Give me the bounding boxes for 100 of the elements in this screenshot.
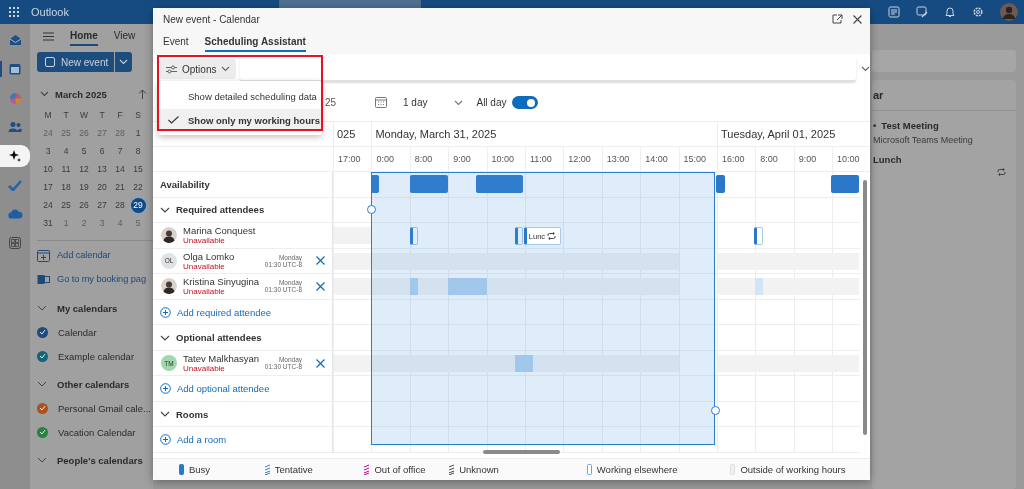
copilot-icon bbox=[8, 91, 22, 105]
up-arrow-icon[interactable] bbox=[138, 89, 147, 99]
menu-icon[interactable] bbox=[43, 31, 54, 41]
all-day-toggle[interactable] bbox=[512, 96, 539, 109]
add-icon bbox=[160, 383, 171, 395]
calendar-day[interactable]: 28 bbox=[111, 124, 129, 142]
calendar-checkbox[interactable] bbox=[37, 350, 48, 362]
calendar-day[interactable]: 8 bbox=[129, 142, 147, 160]
calendar-day[interactable]: 10 bbox=[39, 160, 57, 178]
checkmark-icon bbox=[39, 429, 46, 435]
calendar-day[interactable]: 24 bbox=[39, 196, 57, 214]
busy-block bbox=[448, 278, 487, 296]
add-link[interactable]: Add a room bbox=[177, 434, 227, 446]
date-field[interactable]: 25 bbox=[325, 97, 375, 108]
resize-handle[interactable] bbox=[367, 205, 377, 214]
calendar-name[interactable]: Calendar bbox=[58, 326, 97, 338]
checkmark-icon bbox=[39, 329, 46, 335]
remove-icon[interactable] bbox=[315, 281, 325, 291]
app-launcher-icon[interactable] bbox=[9, 7, 19, 17]
calendar-icon bbox=[45, 57, 55, 67]
search-field[interactable] bbox=[872, 50, 1016, 72]
booking-icon bbox=[37, 272, 50, 286]
calendar-checkbox[interactable] bbox=[37, 326, 48, 338]
event-title[interactable]: Lunch bbox=[873, 154, 902, 165]
calendar-day[interactable]: 3 bbox=[39, 142, 57, 160]
calendar-day[interactable]: 12 bbox=[75, 160, 93, 178]
remove-icon[interactable] bbox=[315, 256, 325, 266]
add-link[interactable]: Add optional attendee bbox=[177, 383, 270, 395]
bell-icon[interactable] bbox=[944, 6, 956, 18]
calendar-day[interactable]: 6 bbox=[93, 142, 111, 160]
sidebar-link[interactable]: Go to my booking pag bbox=[57, 274, 146, 284]
resize-handle[interactable] bbox=[711, 406, 720, 415]
calendar-day[interactable]: 26 bbox=[75, 124, 93, 142]
remove-icon[interactable] bbox=[315, 358, 325, 368]
user-avatar[interactable] bbox=[1000, 3, 1018, 21]
calendar-day[interactable]: 7 bbox=[111, 142, 129, 160]
calendar-day[interactable]: 25 bbox=[57, 124, 75, 142]
calendar-day[interactable]: 27 bbox=[93, 124, 111, 142]
ribbon-tab[interactable]: Home bbox=[70, 26, 98, 46]
hour-label: 10:00 bbox=[491, 154, 515, 164]
close-icon[interactable] bbox=[853, 14, 862, 24]
calendar-day[interactable]: 3 bbox=[93, 214, 111, 232]
hour-label: 15:00 bbox=[683, 154, 707, 164]
calendar-name[interactable]: Example calendar bbox=[58, 350, 135, 362]
calendar-day[interactable]: 17 bbox=[39, 178, 57, 196]
edit-icon[interactable] bbox=[916, 6, 928, 18]
calendar-name[interactable]: Vacation Calendar bbox=[58, 426, 136, 438]
selected-time-range[interactable] bbox=[371, 172, 716, 445]
checkmark-icon bbox=[8, 179, 22, 191]
notes-icon[interactable] bbox=[888, 6, 900, 18]
calendar-icon[interactable] bbox=[375, 97, 387, 108]
ribbon-tab[interactable]: View bbox=[113, 26, 136, 46]
calendar-name[interactable]: Personal Gmail cale... bbox=[58, 402, 151, 414]
calendar-day[interactable]: 19 bbox=[75, 178, 93, 196]
calendar-day[interactable]: 5 bbox=[75, 142, 93, 160]
calendar-day[interactable]: 20 bbox=[93, 178, 111, 196]
calendar-day[interactable]: 29 bbox=[130, 197, 146, 213]
calendar-day[interactable]: 15 bbox=[129, 160, 147, 178]
calendar-day[interactable]: 5 bbox=[129, 214, 147, 232]
chevron-icon bbox=[860, 66, 870, 72]
calendar-day[interactable]: 27 bbox=[93, 196, 111, 214]
add-link[interactable]: Add required attendee bbox=[177, 306, 272, 318]
calendar-day[interactable]: 18 bbox=[57, 178, 75, 196]
calendar-day[interactable]: 14 bbox=[111, 160, 129, 178]
calendar-day[interactable]: 1 bbox=[57, 214, 75, 232]
sidebar-link[interactable]: Add calendar bbox=[57, 250, 111, 260]
new-event-dropdown[interactable] bbox=[115, 52, 132, 72]
calendar-checkbox[interactable] bbox=[37, 426, 48, 438]
chevron-icon[interactable] bbox=[160, 411, 170, 418]
busy-block bbox=[409, 278, 419, 296]
calendar-day[interactable]: 21 bbox=[111, 178, 129, 196]
dialog-tab[interactable]: Event bbox=[163, 32, 189, 52]
menu-item[interactable]: Show detailed scheduling data bbox=[158, 85, 322, 107]
calendar-checkbox[interactable] bbox=[37, 402, 48, 414]
attendee-name: Marina Conquest bbox=[183, 225, 257, 237]
busy-block bbox=[831, 175, 860, 193]
new-event-button[interactable]: New event bbox=[37, 52, 114, 72]
calendar-day[interactable]: 4 bbox=[57, 142, 75, 160]
pop-out-icon[interactable] bbox=[832, 14, 843, 24]
chevron-icon[interactable] bbox=[160, 206, 170, 213]
legend-label: Unknown bbox=[459, 464, 499, 475]
calendar-day[interactable]: 1 bbox=[129, 124, 147, 142]
event-title[interactable]: Test Meeting bbox=[881, 120, 939, 131]
calendar-day[interactable]: 31 bbox=[39, 214, 57, 232]
calendar-day[interactable]: 26 bbox=[75, 196, 93, 214]
options-button[interactable]: Options bbox=[160, 59, 237, 79]
calendar-day[interactable]: 28 bbox=[111, 196, 129, 214]
group-heading: My calendars bbox=[57, 302, 118, 314]
calendar-day[interactable]: 13 bbox=[93, 160, 111, 178]
scrollbar[interactable] bbox=[863, 180, 867, 435]
scrollbar[interactable] bbox=[483, 450, 560, 454]
calendar-day[interactable]: 25 bbox=[57, 196, 75, 214]
menu-item[interactable]: Show only my working hours bbox=[158, 109, 322, 131]
duration-dropdown[interactable]: 1 day bbox=[403, 97, 428, 108]
calendar-day[interactable]: 24 bbox=[39, 124, 57, 142]
dialog-tab[interactable]: Scheduling Assistant bbox=[204, 32, 306, 52]
calendar-day[interactable]: 11 bbox=[57, 160, 75, 178]
settings-icon[interactable] bbox=[972, 6, 984, 18]
chevron-icon[interactable] bbox=[160, 334, 170, 341]
calendar-day[interactable]: 22 bbox=[129, 178, 147, 196]
